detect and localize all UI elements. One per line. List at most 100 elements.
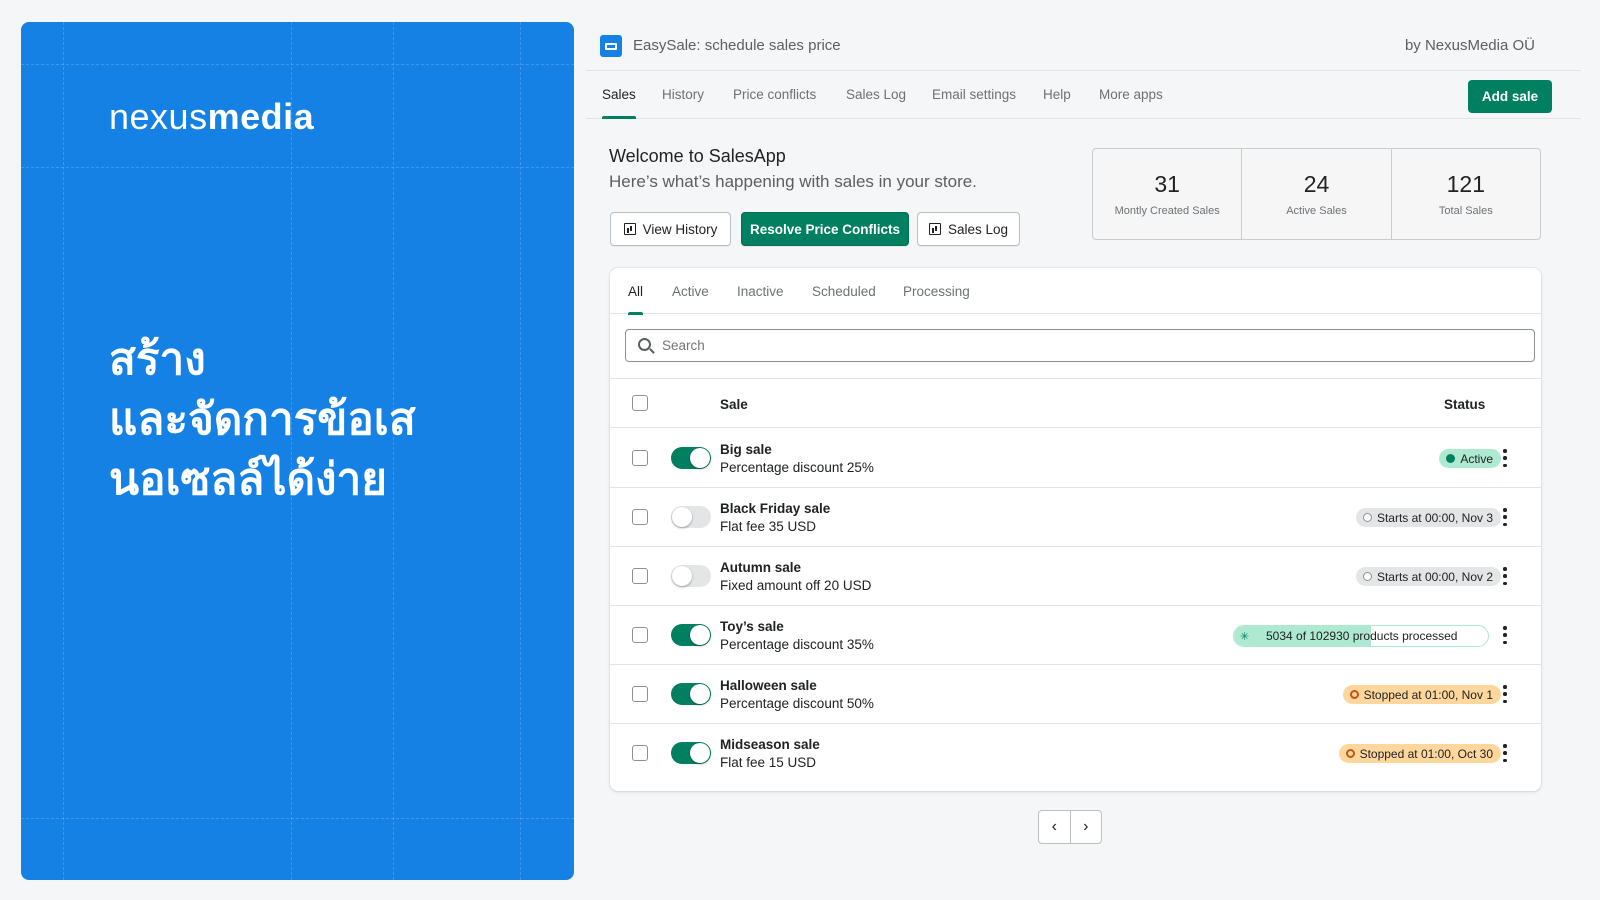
main-nav: Sales History Price conflicts Sales Log … — [586, 71, 1581, 119]
status-text: Stopped at 01:00, Nov 1 — [1363, 687, 1493, 702]
sales-card: All Active Inactive Scheduled Processing… — [610, 268, 1541, 791]
table-header: Sale Status — [610, 378, 1541, 428]
status-badge: Active — [1439, 449, 1501, 468]
sale-description: Fixed amount off 20 USD — [720, 578, 872, 593]
kebab-menu-icon[interactable] — [1503, 567, 1507, 585]
kebab-menu-icon[interactable] — [1503, 508, 1507, 526]
stat-total-sales: 121 Total Sales — [1392, 149, 1540, 239]
stat-value: 121 — [1446, 171, 1485, 197]
status-dot-icon — [1362, 513, 1372, 522]
status-dot-icon — [1345, 749, 1355, 758]
headline-line: สร้าง — [109, 334, 206, 385]
sale-name: Black Friday sale — [720, 501, 831, 516]
status-text: Stopped at 01:00, Oct 30 — [1359, 746, 1493, 761]
sale-toggle[interactable] — [671, 683, 711, 705]
grid-line — [21, 818, 574, 819]
row-checkbox[interactable] — [632, 568, 648, 584]
bar-chart-icon — [623, 223, 636, 235]
sale-toggle[interactable] — [671, 447, 711, 469]
sale-toggle[interactable] — [671, 506, 711, 528]
view-history-button[interactable]: View History — [610, 212, 731, 246]
status-text: Starts at 00:00, Nov 3 — [1376, 510, 1493, 525]
status-badge: Stopped at 01:00, Nov 1 — [1342, 685, 1501, 704]
sale-description: Flat fee 15 USD — [720, 755, 817, 770]
tab-sales-log[interactable]: Sales Log — [846, 87, 906, 102]
stat-value: 31 — [1154, 171, 1180, 197]
search-icon — [638, 338, 651, 351]
welcome-title: Welcome to SalesApp — [609, 146, 786, 166]
app-topbar: EasySale: schedule sales price by NexusM… — [586, 22, 1581, 71]
sale-name: Big sale — [720, 442, 772, 457]
status-text: Starts at 00:00, Nov 2 — [1376, 569, 1493, 584]
bar-chart-icon — [928, 223, 941, 235]
stat-label: Active Sales — [1286, 205, 1347, 217]
kebab-menu-icon[interactable] — [1503, 626, 1507, 644]
filter-tab-all[interactable]: All — [628, 284, 644, 315]
status-badge: Starts at 00:00, Nov 2 — [1355, 567, 1501, 586]
row-checkbox[interactable] — [632, 745, 648, 761]
headline-line: นอเซลล์ได้ง่าย — [109, 454, 388, 505]
search-input[interactable] — [625, 329, 1535, 362]
stat-label: Montly Created Sales — [1114, 205, 1220, 217]
kebab-menu-icon[interactable] — [1503, 685, 1507, 703]
status-dot-icon — [1446, 454, 1456, 463]
stat-label: Total Sales — [1438, 205, 1493, 217]
resolve-price-conflicts-button[interactable]: Resolve Price Conflicts — [741, 212, 909, 246]
kebab-menu-icon[interactable] — [1503, 744, 1507, 762]
grid-line — [21, 64, 574, 65]
tab-sales[interactable]: Sales — [602, 87, 636, 119]
status-text: Active — [1460, 451, 1493, 466]
kebab-menu-icon[interactable] — [1503, 449, 1507, 467]
app-title: EasySale: schedule sales price — [633, 37, 841, 54]
prev-page-button[interactable]: ‹ — [1039, 811, 1071, 843]
headline-line: และจัดการข้อเส — [109, 394, 416, 445]
filter-tab-inactive[interactable]: Inactive — [737, 284, 784, 299]
view-history-label: View History — [642, 221, 718, 237]
status-badge: Starts at 00:00, Nov 3 — [1355, 508, 1501, 527]
sale-description: Flat fee 35 USD — [720, 519, 817, 534]
table-row[interactable]: Big sale Percentage discount 25% Active — [610, 428, 1541, 488]
next-page-button[interactable]: › — [1071, 811, 1102, 843]
sales-log-label: Sales Log — [947, 221, 1009, 237]
ticket-icon — [600, 35, 622, 57]
status-text: 5034 of 102930 products processed — [1266, 629, 1458, 643]
spinner-icon: ✳ — [1240, 631, 1250, 643]
filter-tab-scheduled[interactable]: Scheduled — [812, 284, 876, 299]
promo-headline: สร้าง และจัดการข้อเส นอเซลล์ได้ง่าย — [109, 330, 549, 510]
promo-panel: nexusmedia สร้าง และจัดการข้อเส นอเซลล์ไ… — [21, 22, 574, 880]
tab-email-settings[interactable]: Email settings — [932, 87, 1016, 102]
table-row[interactable]: Toy’s sale Percentage discount 35% ✳ 5034 o… — [610, 605, 1541, 665]
sale-name: Midseason sale — [720, 737, 820, 752]
grid-line — [63, 22, 64, 880]
select-all-checkbox[interactable] — [632, 395, 648, 411]
add-sale-button[interactable]: Add sale — [1468, 80, 1552, 113]
app-window: EasySale: schedule sales price by NexusM… — [586, 22, 1581, 880]
status-badge: Stopped at 01:00, Oct 30 — [1338, 744, 1501, 763]
sale-toggle[interactable] — [671, 624, 711, 646]
sale-description: Percentage discount 35% — [720, 637, 874, 652]
sale-toggle[interactable] — [671, 742, 711, 764]
table-row[interactable]: Halloween sale Percentage discount 50% Sto… — [610, 664, 1541, 724]
row-checkbox[interactable] — [632, 627, 648, 643]
table-row[interactable]: Midseason sale Flat fee 15 USD Stopped at … — [610, 723, 1541, 783]
tab-more-apps[interactable]: More apps — [1099, 87, 1163, 102]
status-dot-icon — [1362, 572, 1372, 581]
vendor-name: by NexusMedia OÜ — [1404, 37, 1535, 54]
sale-toggle[interactable] — [671, 565, 711, 587]
filter-tab-active[interactable]: Active — [672, 284, 709, 299]
sale-name: Toy’s sale — [720, 619, 784, 634]
table-row[interactable]: Autumn sale Fixed amount off 20 USD Starts… — [610, 546, 1541, 606]
tab-price-conflicts[interactable]: Price conflicts — [733, 87, 816, 102]
row-checkbox[interactable] — [632, 686, 648, 702]
stats-panel: 31 Montly Created Sales 24 Active Sales … — [1092, 148, 1541, 240]
filter-tab-processing[interactable]: Processing — [903, 284, 970, 299]
status-dot-icon — [1349, 690, 1359, 699]
row-checkbox[interactable] — [632, 450, 648, 466]
row-checkbox[interactable] — [632, 509, 648, 525]
tab-help[interactable]: Help — [1043, 87, 1071, 102]
stat-monthly-created: 31 Montly Created Sales — [1093, 149, 1243, 239]
tab-history[interactable]: History — [662, 87, 704, 102]
sale-name: Halloween sale — [720, 678, 817, 693]
sales-log-button[interactable]: Sales Log — [917, 212, 1020, 246]
table-row[interactable]: Black Friday sale Flat fee 35 USD Starts a… — [610, 487, 1541, 547]
